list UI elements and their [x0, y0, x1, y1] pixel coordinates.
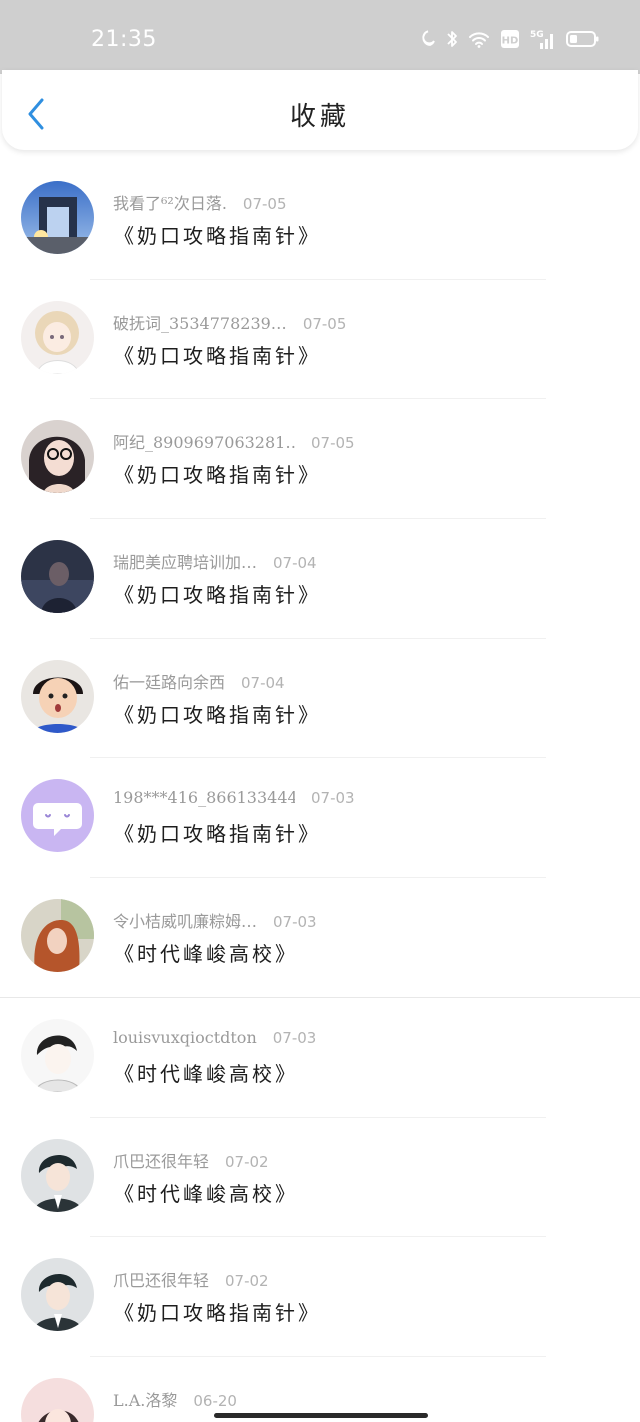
status-bar: 21:35 HD 5G: [0, 0, 640, 74]
author-name: 破抚词_3534778239…: [113, 313, 287, 333]
author-name: 佑一廷路向余西: [113, 672, 226, 692]
page-title: 收藏: [289, 102, 350, 132]
item-meta: 我看了⁶²次日落. 07-05: [113, 190, 287, 214]
home-indicator[interactable]: [214, 1413, 428, 1418]
item-meta: 破抚词_3534778239… 07-05: [113, 310, 346, 334]
moon-icon: [418, 30, 436, 48]
list-item[interactable]: 佑一廷路向余西 07-04 《奶口攻略指南针》: [0, 639, 640, 759]
avatar[interactable]: [21, 540, 94, 614]
5g-signal-icon: 5G: [530, 28, 556, 50]
author-name: 瑞肥美应聘培训加…: [113, 553, 258, 573]
avatar[interactable]: [21, 1377, 94, 1422]
header: 收藏: [2, 70, 638, 150]
avatar[interactable]: [21, 899, 94, 973]
list-item[interactable]: 阿纪_8909697063281… 07-05 《奶口攻略指南针》: [0, 399, 640, 519]
work-title[interactable]: 《奶口攻略指南针》: [114, 1297, 321, 1326]
bluetooth-icon: [446, 29, 458, 49]
work-title[interactable]: 《时代峰峻高校》: [114, 938, 298, 967]
author-name: 令小桔威叽廉粽姆…: [113, 912, 258, 932]
item-date: 07-02: [225, 1272, 269, 1291]
author-name: 爪巴还很年轻: [113, 1151, 210, 1171]
list-item[interactable]: 爪巴还很年轻 07-02 《奶口攻略指南针》: [0, 1237, 640, 1357]
list-item[interactable]: 198***416_8661334443 07-03 《奶口攻略指南针》: [0, 758, 640, 878]
list-item[interactable]: 破抚词_3534778239… 07-05 《奶口攻略指南针》: [0, 280, 640, 400]
item-date: 07-02: [225, 1152, 269, 1171]
item-date: 07-03: [272, 1028, 317, 1047]
wifi-icon: [468, 30, 490, 48]
item-date: 07-05: [302, 314, 347, 333]
author-name: 198***416_8661334443: [113, 788, 295, 808]
item-date: 07-03: [273, 913, 317, 932]
avatar[interactable]: [21, 1258, 94, 1332]
item-meta: 阿纪_8909697063281… 07-05: [113, 429, 355, 453]
item-meta: 爪巴还很年轻 07-02: [113, 1267, 269, 1291]
avatar[interactable]: [21, 420, 94, 494]
work-title[interactable]: 《奶口攻略指南针》: [114, 579, 321, 608]
author-name: 我看了⁶²次日落.: [113, 194, 227, 213]
work-title[interactable]: 《奶口攻略指南针》: [114, 459, 321, 488]
item-date: 07-03: [311, 789, 355, 808]
avatar[interactable]: [21, 1138, 94, 1212]
work-title[interactable]: 《时代峰峻高校》: [114, 1058, 298, 1087]
author-name: 爪巴还很年轻: [113, 1271, 210, 1291]
hd-label: HD: [502, 36, 519, 47]
network-label: 5G: [530, 30, 544, 40]
avatar[interactable]: [21, 181, 94, 254]
author-name: 阿纪_8909697063281…: [113, 433, 295, 453]
avatar[interactable]: [21, 659, 94, 733]
work-title[interactable]: 《时代峰峻高校》: [114, 1178, 298, 1207]
work-title[interactable]: 《奶口攻略指南针》: [114, 699, 321, 728]
item-meta: louisvuxqioctdton 07-03: [113, 1028, 316, 1047]
list-item[interactable]: 我看了⁶²次日落. 07-05 《奶口攻略指南针》: [0, 160, 640, 280]
list-item[interactable]: 令小桔威叽廉粽姆… 07-03 《时代峰峻高校》: [0, 878, 640, 998]
item-meta: 爪巴还很年轻 07-02: [113, 1148, 269, 1172]
author-name: L.A.洛黎: [113, 1390, 178, 1410]
avatar[interactable]: [21, 1018, 94, 1092]
list-item[interactable]: 爪巴还很年轻 07-02 《时代峰峻高校》: [0, 1118, 640, 1238]
avatar[interactable]: [21, 779, 94, 853]
item-meta: 令小桔威叽廉粽姆… 07-03: [113, 908, 317, 932]
status-icons: HD 5G: [418, 28, 600, 50]
item-meta: 佑一廷路向余西 07-04: [113, 669, 285, 693]
item-meta: L.A.洛黎 06-20: [113, 1387, 237, 1411]
status-time: 21:35: [91, 27, 157, 52]
item-meta: 198***416_8661334443 07-03: [113, 788, 355, 807]
item-date: 07-04: [273, 554, 317, 573]
list-item[interactable]: 瑞肥美应聘培训加… 07-04 《奶口攻略指南针》: [0, 519, 640, 639]
work-title[interactable]: 《奶口攻略指南针》: [114, 818, 321, 847]
favorites-list: 我看了⁶²次日落. 07-05 《奶口攻略指南针》 破抚词_3534778239… 07…: [0, 160, 640, 1422]
work-title[interactable]: 《奶口攻略指南针》: [114, 220, 321, 249]
item-meta: 瑞肥美应聘培训加… 07-04: [113, 549, 317, 573]
work-title[interactable]: 《奶口攻略指南针》: [114, 340, 321, 369]
hd-icon: HD: [500, 29, 520, 49]
item-date: 07-04: [241, 673, 285, 692]
avatar[interactable]: [21, 300, 94, 374]
author-name: louisvuxqioctdton: [113, 1027, 257, 1047]
list-item[interactable]: louisvuxqioctdton 07-03 《时代峰峻高校》: [0, 998, 640, 1118]
item-date: 06-20: [193, 1391, 237, 1410]
battery-icon: [566, 30, 600, 48]
item-date: 07-05: [311, 434, 355, 453]
item-date: 07-05: [242, 195, 287, 213]
